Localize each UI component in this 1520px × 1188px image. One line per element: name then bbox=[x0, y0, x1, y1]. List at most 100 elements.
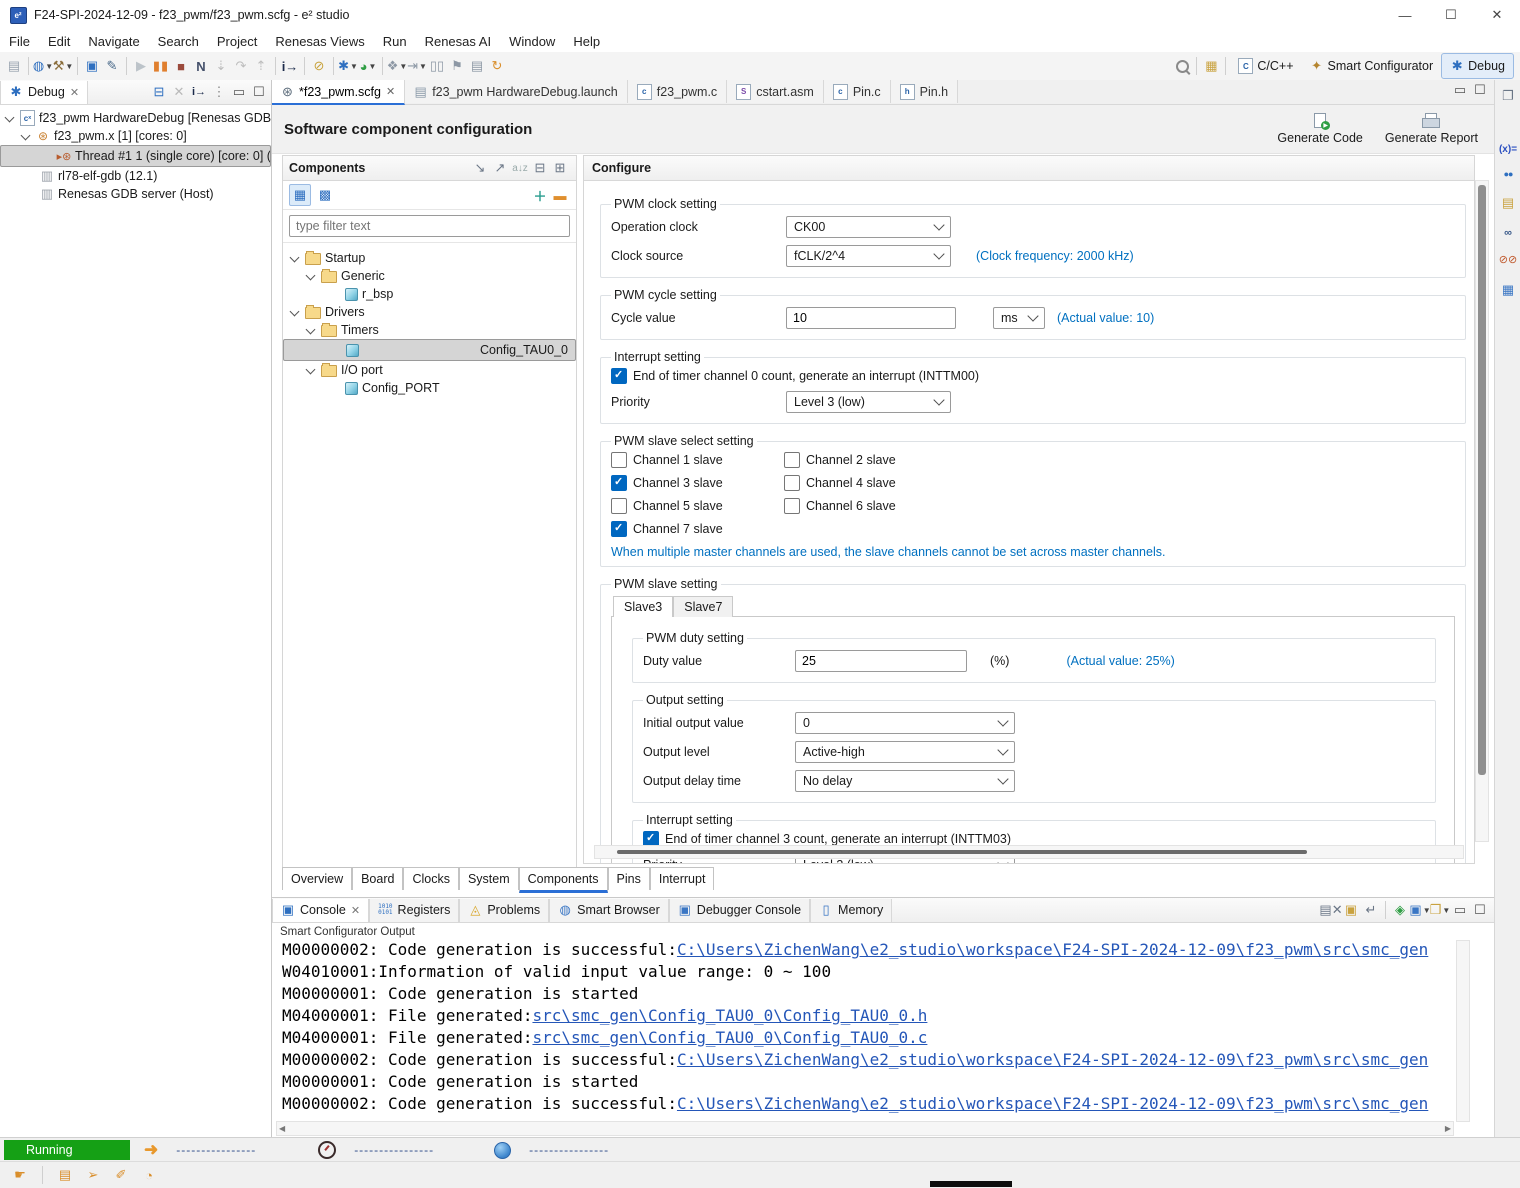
breakpoints-icon[interactable]: ●● bbox=[1504, 169, 1513, 179]
menu-help[interactable]: Help bbox=[564, 34, 609, 49]
twistie-icon[interactable] bbox=[290, 252, 300, 262]
channel-6-slave-checkbox-row[interactable]: Channel 6 slave bbox=[784, 498, 1104, 514]
clock-face-icon[interactable]: ◔ bbox=[139, 1165, 159, 1185]
tab-f23-pwm-scfg[interactable]: ⊛ *f23_pwm.scfg ✕ bbox=[272, 80, 405, 105]
debug-tree-row-core[interactable]: ⊛ f23_pwm.x [1] [cores: 0] bbox=[0, 127, 271, 145]
configure-hscrollbar[interactable] bbox=[594, 845, 1464, 859]
open-perspective-icon[interactable]: ▦ bbox=[1201, 56, 1221, 76]
tree-item-timers[interactable]: Timers bbox=[283, 321, 576, 339]
console-link[interactable]: C:\Users\ZichenWang\e2_studio\workspace\… bbox=[677, 1050, 1428, 1069]
tree-item-r-bsp[interactable]: r_bsp bbox=[283, 285, 576, 303]
debug-launch-icon[interactable]: ✱▼ bbox=[338, 56, 358, 76]
tab-slave7[interactable]: Slave7 bbox=[673, 596, 733, 617]
build-icon[interactable]: ⚒▼ bbox=[53, 56, 73, 76]
console-link[interactable]: C:\Users\ZichenWang\e2_studio\workspace\… bbox=[677, 1094, 1428, 1113]
view-menu-icon[interactable]: ⋮ bbox=[209, 82, 229, 102]
pin-console-icon[interactable]: ◈ bbox=[1390, 900, 1410, 920]
close-debug-tab-icon[interactable]: ✕ bbox=[70, 86, 79, 99]
report-tool-icon[interactable]: ▤ bbox=[467, 56, 487, 76]
clear-console-icon[interactable]: ▤✕ bbox=[1321, 900, 1341, 920]
tree-item-startup[interactable]: Startup bbox=[283, 249, 576, 267]
tutorial-icon[interactable]: ➢ bbox=[83, 1165, 103, 1185]
component-filter-input[interactable] bbox=[289, 215, 570, 237]
resume-icon[interactable]: ▶ bbox=[131, 56, 151, 76]
tab-console[interactable]: ▣ Console ✕ bbox=[272, 899, 369, 922]
minimize-view-icon[interactable]: ▭ bbox=[229, 82, 249, 102]
profile-icon[interactable]: ❖▼ bbox=[387, 56, 407, 76]
maximize-window-button[interactable]: ☐ bbox=[1428, 0, 1474, 30]
menu-project[interactable]: Project bbox=[208, 34, 266, 49]
minimize-window-button[interactable]: — bbox=[1382, 0, 1428, 30]
view-by-component-toggle[interactable]: ▦ bbox=[289, 184, 311, 206]
eventpoints-icon[interactable]: ⊘⊘ bbox=[1499, 253, 1517, 266]
channel-5-checkbox[interactable] bbox=[611, 498, 627, 514]
tree-item-generic[interactable]: Generic bbox=[283, 267, 576, 285]
export-icon[interactable]: ↗ bbox=[490, 158, 510, 178]
tab-hardwaredebug-launch[interactable]: ▤ f23_pwm HardwareDebug.launch bbox=[405, 80, 628, 103]
menu-renesas-ai[interactable]: Renesas AI bbox=[416, 34, 501, 49]
collapse-all-icon[interactable]: ⊟ bbox=[149, 82, 169, 102]
cycle-unit-select[interactable]: ms bbox=[993, 307, 1045, 329]
maximize-editor-icon[interactable]: ☐ bbox=[1470, 80, 1490, 100]
tab-f23-pwm-c[interactable]: c f23_pwm.c bbox=[628, 80, 727, 103]
menu-edit[interactable]: Edit bbox=[39, 34, 79, 49]
book-icon[interactable]: ▤ bbox=[55, 1165, 75, 1185]
close-console-tab-icon[interactable]: ✕ bbox=[351, 904, 360, 917]
trace-icon[interactable]: ⇥▼ bbox=[407, 56, 427, 76]
hand-pen-icon[interactable]: ☛ bbox=[10, 1165, 30, 1185]
debug-tree-row-launch[interactable]: cˣ f23_pwm HardwareDebug [Renesas GDB H bbox=[0, 109, 271, 127]
twistie-icon[interactable] bbox=[290, 306, 300, 316]
menu-window[interactable]: Window bbox=[500, 34, 564, 49]
tab-components[interactable]: Components bbox=[519, 867, 608, 893]
remove-component-icon[interactable]: ▬ bbox=[550, 185, 570, 205]
add-component-icon[interactable]: ＋ bbox=[530, 185, 550, 205]
compare-icon[interactable]: ▯▯ bbox=[427, 56, 447, 76]
initial-output-select[interactable]: 0 bbox=[795, 712, 1015, 734]
tree-item-config-port[interactable]: Config_PORT bbox=[283, 379, 576, 397]
channel-5-slave-checkbox-row[interactable]: Channel 5 slave bbox=[611, 498, 784, 514]
remove-terminated-icon[interactable]: ✕ bbox=[169, 82, 189, 102]
tab-slave3[interactable]: Slave3 bbox=[613, 596, 673, 617]
registers-view-icon[interactable]: ▤ bbox=[1498, 193, 1518, 213]
inttm00-checkbox[interactable] bbox=[611, 368, 627, 384]
tab-interrupt[interactable]: Interrupt bbox=[650, 867, 715, 890]
perspective-debug[interactable]: ✱ Debug bbox=[1441, 53, 1514, 79]
minimize-console-icon[interactable]: ▭ bbox=[1450, 900, 1470, 920]
refresh-icon[interactable]: ↻ bbox=[487, 56, 507, 76]
perspective-cpp[interactable]: C C/C++ bbox=[1230, 58, 1301, 74]
maximize-view-icon[interactable]: ☐ bbox=[249, 82, 269, 102]
wand-icon[interactable]: ✐ bbox=[111, 1165, 131, 1185]
word-wrap-icon[interactable]: ↵ bbox=[1361, 900, 1381, 920]
disconnect-icon[interactable]: N bbox=[191, 56, 211, 76]
channel-1-checkbox[interactable] bbox=[611, 452, 627, 468]
channel-6-checkbox[interactable] bbox=[784, 498, 800, 514]
tab-clocks[interactable]: Clocks bbox=[403, 867, 459, 890]
instruction-stepping-icon[interactable]: i→ bbox=[189, 82, 209, 102]
tab-board[interactable]: Board bbox=[352, 867, 403, 890]
tree-item-config-tau0-0[interactable]: Config_TAU0_0 bbox=[283, 339, 576, 361]
debug-tree-row-gdb[interactable]: ▥ rl78-elf-gdb (12.1) bbox=[0, 167, 271, 185]
duty-value-input[interactable] bbox=[795, 650, 967, 672]
operation-clock-select[interactable]: CK00 bbox=[786, 216, 951, 238]
step-return-icon[interactable]: ⇡ bbox=[251, 56, 271, 76]
debug-tree-row-thread[interactable]: ▸⊛ Thread #1 1 (single core) [core: 0] (… bbox=[0, 145, 271, 167]
perspective-smart-configurator[interactable]: ✦ Smart Configurator bbox=[1302, 56, 1442, 76]
open-console-icon[interactable]: ❒▼ bbox=[1430, 900, 1450, 920]
tab-memory[interactable]: ▯ Memory bbox=[810, 899, 892, 922]
generate-code-button[interactable]: ▶ Generate Code bbox=[1277, 113, 1362, 145]
scroll-right-arrow-icon[interactable]: ▶ bbox=[1445, 1124, 1453, 1133]
step-into-icon[interactable]: ⇣ bbox=[211, 56, 231, 76]
generate-report-button[interactable]: Generate Report bbox=[1385, 113, 1478, 145]
tab-smart-browser[interactable]: ◍ Smart Browser bbox=[549, 899, 669, 922]
close-window-button[interactable]: ✕ bbox=[1474, 0, 1520, 30]
vscroll-thumb[interactable] bbox=[1478, 185, 1486, 775]
expand-all-icon[interactable]: ⊞ bbox=[550, 158, 570, 178]
tab-pin-h[interactable]: h Pin.h bbox=[891, 80, 959, 103]
console-link[interactable]: src\smc_gen\Config_TAU0_0\Config_TAU0_0.… bbox=[532, 1006, 927, 1025]
hscroll-thumb[interactable] bbox=[617, 850, 1307, 854]
debug-view-tab[interactable]: ✱ Debug ✕ bbox=[0, 81, 88, 104]
close-tab-icon[interactable]: ✕ bbox=[386, 85, 395, 98]
twistie-icon[interactable] bbox=[306, 270, 316, 280]
tree-item-drivers[interactable]: Drivers bbox=[283, 303, 576, 321]
channel-7-slave-checkbox-row[interactable]: Channel 7 slave bbox=[611, 521, 784, 537]
